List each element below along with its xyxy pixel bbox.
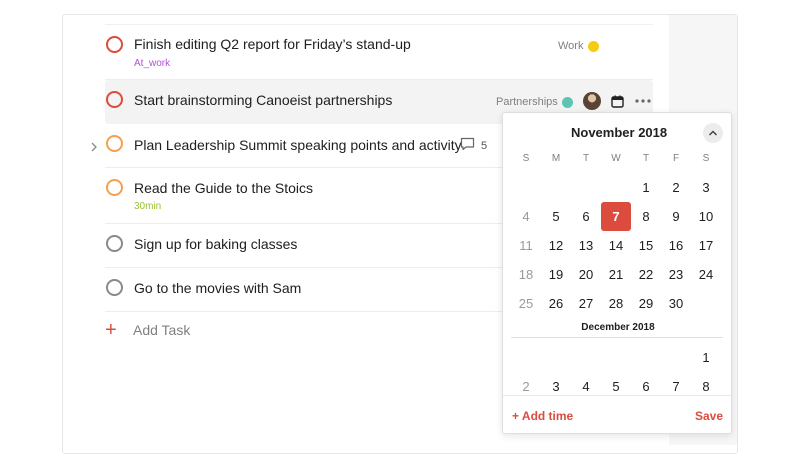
day-cell[interactable]: 15 (631, 231, 661, 260)
day-cell[interactable]: 19 (541, 260, 571, 289)
day-cell[interactable]: 3 (691, 173, 721, 202)
task-title: Sign up for baking classes (134, 236, 298, 252)
day-cell[interactable]: 26 (541, 289, 571, 318)
empty-day-cell (601, 173, 631, 202)
next-month-title: December 2018 (581, 322, 655, 333)
weekday-label: S (522, 153, 530, 164)
empty-day-cell (541, 173, 571, 202)
empty-day-cell (661, 343, 691, 372)
comments-indicator[interactable]: 5 (460, 137, 487, 154)
day-cell[interactable]: 8 (631, 202, 661, 231)
task-row[interactable]: Finish editing Q2 report for Friday’s st… (105, 25, 653, 80)
day-cell[interactable]: 20 (571, 260, 601, 289)
weekday-label: T (642, 153, 650, 164)
empty-day-cell (511, 343, 541, 372)
assignee-avatar[interactable] (583, 92, 601, 110)
day-cell[interactable]: 5 (541, 202, 571, 231)
project-color-dot (588, 41, 599, 52)
task-checkbox[interactable] (106, 135, 123, 152)
day-cell[interactable]: 13 (571, 231, 601, 260)
empty-day-cell (571, 343, 601, 372)
weekday-label: M (551, 153, 561, 164)
empty-day-cell (691, 289, 721, 318)
task-checkbox[interactable] (106, 179, 123, 196)
add-task-button[interactable]: + Add Task (105, 320, 190, 340)
date-picker-footer: + Add time Save (503, 395, 731, 433)
calendar-header: November 2018 (503, 123, 731, 143)
task-title: Plan Leadership Summit speaking points a… (134, 137, 462, 153)
weekday-label: T (582, 153, 590, 164)
task-project[interactable]: Work (558, 40, 583, 52)
day-cell[interactable]: 30 (661, 289, 691, 318)
day-cell[interactable]: 25 (511, 289, 541, 318)
day-cell[interactable]: 1 (631, 173, 661, 202)
weekday-header: SMTWTFS (511, 153, 721, 164)
day-cell[interactable]: 28 (601, 289, 631, 318)
month-grid: 1 2 3 4 5 6 7 8 9 10 11 12 13 14 15 16 17 18 19 20 21 22 23 24 2… (511, 173, 721, 318)
task-checkbox[interactable] (106, 279, 123, 296)
day-cell[interactable]: 11 (511, 231, 541, 260)
task-title: Read the Guide to the Stoics (134, 180, 313, 196)
date-picker: November 2018 SMTWTFS 1 2 3 4 5 6 7 8 9 10 11 12 13 1… (502, 112, 732, 434)
divider (511, 337, 723, 338)
empty-day-cell (571, 173, 601, 202)
empty-day-cell (631, 343, 661, 372)
empty-day-cell (601, 343, 631, 372)
empty-day-cell (541, 343, 571, 372)
day-cell[interactable]: 22 (631, 260, 661, 289)
save-button[interactable]: Save (695, 409, 723, 423)
weekday-label: S (702, 153, 710, 164)
day-cell[interactable]: 9 (661, 202, 691, 231)
selected-day-cell[interactable]: 7 (601, 202, 631, 231)
task-project[interactable]: Partnerships (496, 96, 558, 108)
day-cell[interactable]: 18 (511, 260, 541, 289)
next-month-grid: 12345678 (511, 343, 721, 401)
weekday-label: F (672, 153, 680, 164)
day-cell[interactable]: 10 (691, 202, 721, 231)
day-cell[interactable]: 21 (601, 260, 631, 289)
comment-icon (460, 137, 475, 154)
day-cell[interactable]: 14 (601, 231, 631, 260)
plus-icon: + (105, 319, 117, 341)
task-checkbox[interactable] (106, 235, 123, 252)
task-title: Go to the movies with Sam (134, 280, 302, 296)
day-cell[interactable]: 2 (661, 173, 691, 202)
day-cell[interactable]: 27 (571, 289, 601, 318)
task-checkbox[interactable] (106, 91, 123, 108)
more-icon[interactable] (634, 93, 652, 109)
day-cell[interactable]: 4 (511, 202, 541, 231)
task-label[interactable]: At_work (134, 58, 170, 69)
task-title: Start brainstorming Canoeist partnership… (134, 92, 393, 108)
day-cell[interactable]: 23 (661, 260, 691, 289)
day-cell[interactable]: 6 (571, 202, 601, 231)
weekday-label: W (611, 153, 621, 164)
day-cell[interactable]: 17 (691, 231, 721, 260)
project-color-dot (562, 97, 573, 108)
add-time-button[interactable]: + Add time (512, 409, 573, 423)
add-task-label: Add Task (133, 322, 191, 338)
task-label[interactable]: 30min (134, 201, 161, 212)
empty-day-cell (511, 173, 541, 202)
task-title: Finish editing Q2 report for Friday’s st… (134, 36, 411, 52)
day-cell[interactable]: 1 (691, 343, 721, 372)
day-cell[interactable]: 12 (541, 231, 571, 260)
day-cell[interactable]: 29 (631, 289, 661, 318)
day-cell[interactable]: 24 (691, 260, 721, 289)
month-title: November 2018 (571, 125, 668, 140)
task-checkbox[interactable] (106, 36, 123, 53)
comment-count: 5 (481, 139, 488, 152)
chevron-right-icon[interactable] (89, 139, 99, 152)
day-cell[interactable]: 16 (661, 231, 691, 260)
calendar-icon[interactable] (609, 93, 625, 109)
chevron-up-icon[interactable] (703, 123, 723, 143)
